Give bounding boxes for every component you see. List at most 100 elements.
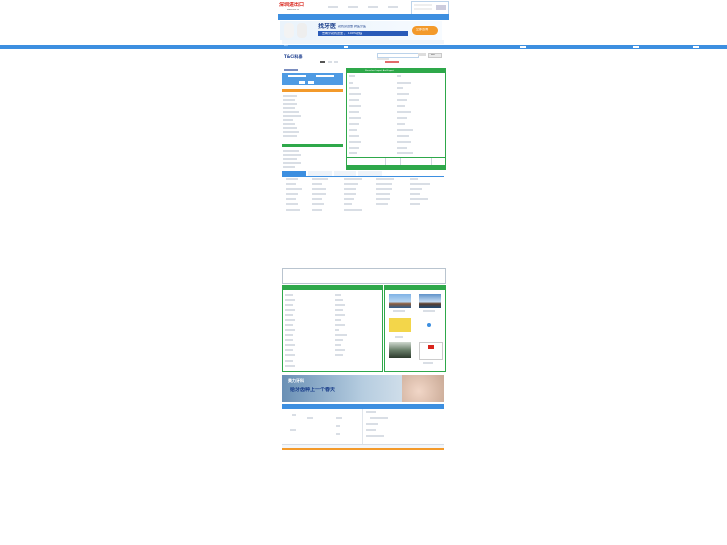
news-item[interactable] [335,319,341,321]
news-item[interactable] [285,354,295,356]
company-tab[interactable] [320,61,325,63]
news-item[interactable] [285,314,293,316]
footer-link[interactable] [336,433,340,435]
news-item[interactable] [285,329,295,331]
login-field[interactable] [414,8,432,10]
tab[interactable] [308,171,332,176]
news-item[interactable] [285,365,295,367]
gallery-image-card[interactable] [419,342,443,360]
site-logo[interactable]: 深圳进出口 www.szie.cn [279,2,319,12]
nav-item[interactable] [344,46,348,48]
gallery-image-ship[interactable] [419,294,441,308]
gallery-image-building[interactable] [389,342,411,358]
grid-link[interactable] [344,178,362,180]
category-item[interactable] [283,127,297,129]
company-logo[interactable]: T&Ci科泰 [284,54,320,62]
news-item[interactable] [335,304,345,306]
category-item[interactable] [283,123,295,125]
grid-link[interactable] [410,203,420,205]
top-link[interactable] [368,6,378,8]
news-item[interactable] [285,344,295,346]
news-item[interactable] [285,360,293,362]
grid-link[interactable] [312,183,322,185]
grid-link[interactable] [312,178,328,180]
category-item[interactable] [283,115,301,117]
news-item[interactable] [335,339,343,341]
news-item[interactable] [285,294,293,296]
grid-link[interactable] [286,183,296,185]
grid-link[interactable] [344,203,352,205]
gallery-image-logo[interactable] [389,318,411,332]
news-item[interactable] [335,329,339,331]
gallery-image-ship[interactable] [389,294,411,308]
tab[interactable] [334,171,356,176]
grid-link[interactable] [312,209,322,211]
search-select[interactable] [418,53,426,56]
grid-link[interactable] [312,193,326,195]
ad-cta-button[interactable]: 立即咨询 [412,26,438,35]
top-link[interactable] [388,6,398,8]
news-item[interactable] [335,294,341,296]
login-field[interactable] [414,4,432,6]
tab[interactable] [358,171,382,176]
grid-link[interactable] [286,178,298,180]
grid-link[interactable] [376,183,392,185]
footer-link[interactable] [292,414,296,416]
category-item[interactable] [283,99,295,101]
grid-link[interactable] [410,193,420,195]
grid-link[interactable] [410,188,422,190]
news-item[interactable] [285,309,295,311]
news-item[interactable] [335,344,341,346]
top-link[interactable] [328,6,338,8]
login-button[interactable] [436,5,446,10]
nav-item[interactable] [520,46,526,48]
news-item[interactable] [285,319,295,321]
grid-link[interactable] [376,178,394,180]
news-item[interactable] [285,334,293,336]
footer-link[interactable] [290,429,296,431]
grid-link[interactable] [344,209,362,211]
password-input[interactable] [316,75,334,77]
footer-link[interactable] [336,425,340,427]
dental-bottom-banner[interactable]: 美力牙科 给牙齿种上一个春天 [282,375,444,402]
news-item[interactable] [335,314,345,316]
category-item[interactable] [283,135,297,137]
grid-link[interactable] [376,188,392,190]
company-tab[interactable] [328,61,332,63]
news-item[interactable] [285,304,293,306]
grid-link[interactable] [376,203,388,205]
news-item[interactable] [335,309,343,311]
grid-link[interactable] [376,193,390,195]
grid-link[interactable] [410,198,428,200]
news-item[interactable] [285,324,293,326]
news-item[interactable] [335,354,343,356]
search-hint-red[interactable] [385,61,399,63]
search-button[interactable]: 搜索 [428,53,442,58]
nav-item[interactable] [693,46,699,48]
grid-link[interactable] [410,178,418,180]
grid-link[interactable] [344,193,356,195]
grid-link[interactable] [344,188,356,190]
tab-active[interactable] [282,171,306,176]
category-item[interactable] [283,107,295,109]
grid-link[interactable] [312,203,324,205]
register-button[interactable] [308,81,314,84]
grid-link[interactable] [344,183,358,185]
grid-link[interactable] [410,183,430,185]
grid-link[interactable] [286,188,302,190]
grid-link[interactable] [312,198,322,200]
news-item[interactable] [335,349,345,351]
grid-link[interactable] [376,198,390,200]
nav-item[interactable] [633,46,639,48]
category-item[interactable] [283,119,293,121]
grid-link[interactable] [344,198,354,200]
grid-link[interactable] [286,198,296,200]
category-item[interactable] [283,111,299,113]
news-item[interactable] [285,349,293,351]
login-submit-button[interactable] [299,81,305,84]
grid-link[interactable] [286,209,300,211]
grid-link[interactable] [312,188,326,190]
news-item[interactable] [285,299,295,301]
footer-link[interactable] [307,417,313,419]
footer-link[interactable] [336,417,342,419]
